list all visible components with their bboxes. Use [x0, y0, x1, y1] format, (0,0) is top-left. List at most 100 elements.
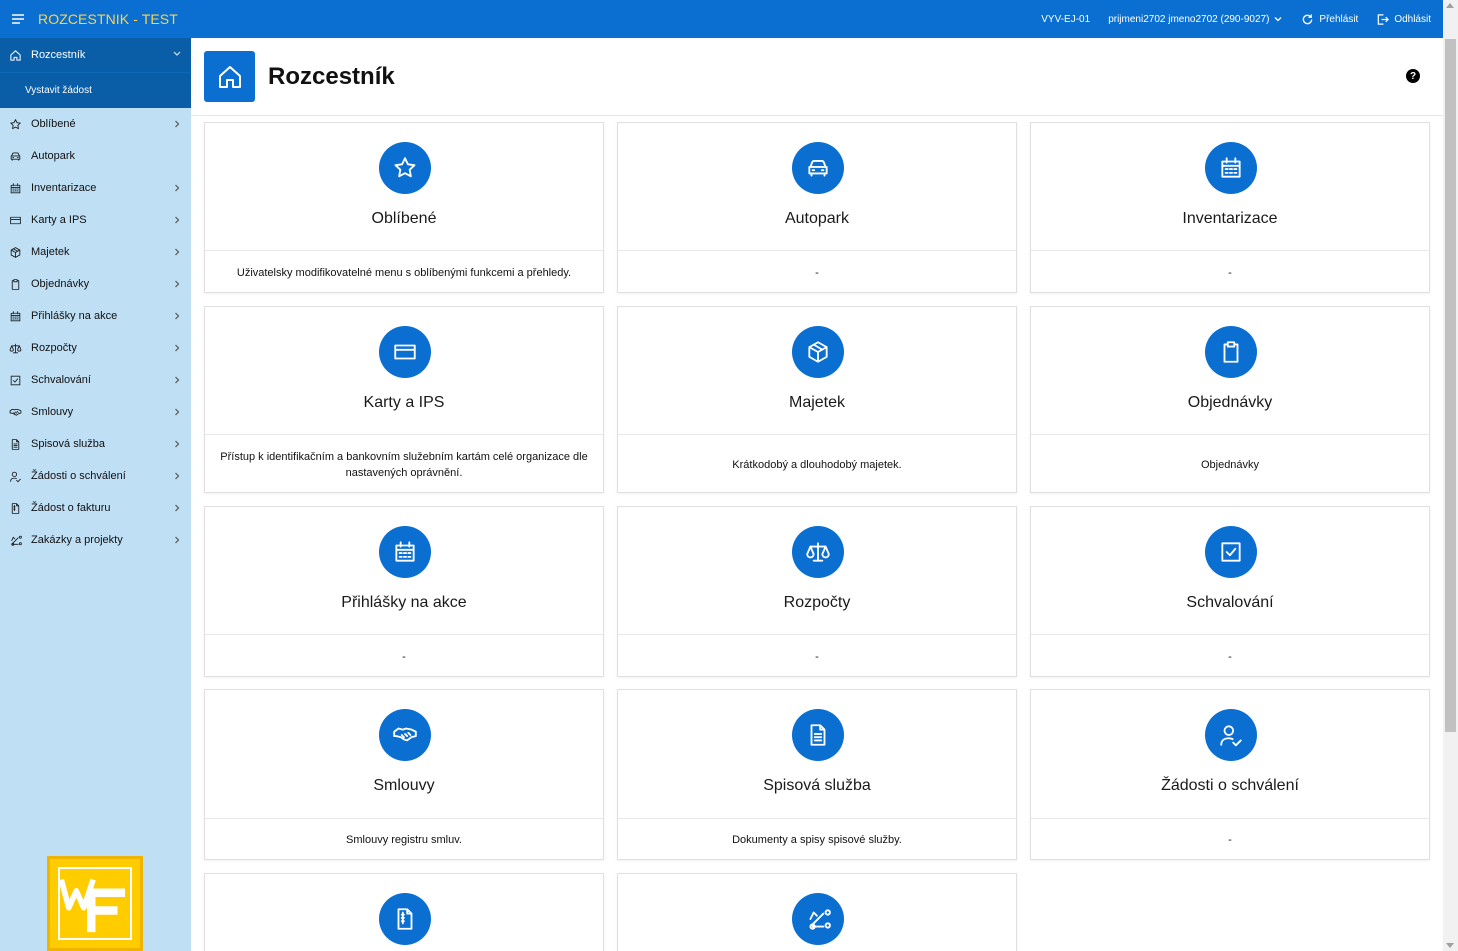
sidebar-item-label: Schvalování: [31, 374, 91, 386]
calendar-icon: [8, 181, 22, 195]
chevron-right-icon: [175, 184, 180, 192]
dashboard-card-schvalovani[interactable]: Schvalování -: [1030, 506, 1430, 677]
dashboard-card-smlouvy[interactable]: Smlouvy Smlouvy registru smluv.: [204, 689, 604, 860]
sidebar-item-label: Přihlášky na akce: [31, 310, 118, 322]
logout-label: Odhlásit: [1394, 13, 1431, 25]
refresh-icon: [1303, 13, 1313, 24]
sidebar-item-zakazky-a-projekty[interactable]: Zakázky a projekty: [0, 524, 191, 556]
scroll-up-arrow[interactable]: [1446, 3, 1454, 8]
sidebar-item-karty-a-ips[interactable]: Karty a IPS: [0, 204, 191, 236]
logout-button[interactable]: Odhlásit: [1376, 13, 1431, 26]
sidebar-item-label: Autopark: [31, 150, 76, 162]
star-icon: [379, 142, 431, 194]
card-description: Objednávky: [1031, 434, 1429, 494]
sidebar-item-majetek[interactable]: Majetek: [0, 236, 191, 268]
card-title: Majetek: [788, 394, 846, 411]
scrollbar[interactable]: [1443, 0, 1458, 951]
sidebar-item-zadost-o-fakturu[interactable]: Žádost o fakturu: [0, 492, 191, 524]
dashboard-card-zadosti-o-schvaleni[interactable]: Žádosti o schválení -: [1030, 689, 1430, 860]
card-title: Autopark: [784, 210, 850, 227]
home-icon: [204, 51, 255, 102]
star-icon: [8, 117, 22, 131]
clipboard-icon: [8, 277, 22, 291]
sidebar-item-label: Rozpočty: [31, 342, 77, 354]
sidebar-item-objednavky[interactable]: Objednávky: [0, 268, 191, 300]
card-description: Dokumenty a spisy spisové služby.: [618, 818, 1016, 861]
switch-user-label: Přehlásit: [1319, 13, 1359, 25]
dashboard-card-oblibene[interactable]: Oblíbené Uživatelsky modifikovatelné menu…: [204, 122, 604, 293]
sidebar-item-label: Majetek: [31, 246, 70, 258]
dashboard-card[interactable]: [617, 873, 1017, 951]
sidebar-subitem-vystavit-zadost[interactable]: Vystavit žádost: [0, 72, 191, 108]
sidebar-item-zadosti-o-schvaleni[interactable]: Žádosti o schválení: [0, 460, 191, 492]
sidebar-item-label: Spisová služba: [31, 438, 105, 450]
project-icon: [8, 533, 22, 547]
sidebar-item-rozpocty[interactable]: Rozpočty: [0, 332, 191, 364]
home-icon: [8, 48, 22, 62]
sidebar-item-prihlasky-na-akce[interactable]: Přihlášky na akce: [0, 300, 191, 332]
calendar-icon: [8, 309, 22, 323]
sidebar-item-label: Smlouvy: [31, 406, 74, 418]
hamburger-menu-button[interactable]: [6, 7, 30, 31]
document-icon: [8, 437, 22, 451]
card-title: Spisová služba: [763, 777, 871, 794]
chevron-right-icon: [175, 120, 180, 128]
dashboard-card-rozpocty[interactable]: Rozpočty -: [617, 506, 1017, 677]
card-description: -: [1031, 634, 1429, 678]
chevron-right-icon: [175, 440, 180, 448]
help-button[interactable]: ?: [1406, 69, 1420, 83]
dashboard-card-inventarizace[interactable]: Inventarizace -: [1030, 122, 1430, 293]
user-menu[interactable]: prijmeni2702 jmeno2702 (290-9027): [1108, 14, 1283, 25]
card-title: Rozpočty: [783, 594, 851, 611]
invoice-icon: [379, 893, 431, 945]
sidebar-item-spisova-sluzba[interactable]: Spisová služba: [0, 428, 191, 460]
chevron-down-icon: [1274, 17, 1282, 22]
chevron-right-icon: [175, 344, 180, 352]
sidebar-item-label: Zakázky a projekty: [31, 534, 123, 546]
user-check-icon: [1205, 709, 1257, 761]
sidebar-item-inventarizace[interactable]: Inventarizace: [0, 172, 191, 204]
logout-icon: [1378, 13, 1390, 25]
dashboard-card-spisova-sluzba[interactable]: Spisová služba Dokumenty a spisy spisové …: [617, 689, 1017, 860]
handshake-icon: [379, 709, 431, 761]
card-description: -: [618, 634, 1016, 678]
card-title: Žádosti o schválení: [1161, 777, 1299, 794]
dashboard-card-objednavky[interactable]: Objednávky Objednávky: [1030, 306, 1430, 493]
sidebar-item-oblibene[interactable]: Oblíbené: [0, 108, 191, 140]
dashboard-card-prihlasky-na-akce[interactable]: Přihlášky na akce -: [204, 506, 604, 677]
sidebar-item-rozcestnik[interactable]: Rozcestník: [0, 38, 191, 72]
card-title: Karty a IPS: [363, 394, 445, 411]
sidebar-item-label: Inventarizace: [31, 182, 97, 194]
document-icon: [792, 709, 844, 761]
dashboard-card[interactable]: [204, 873, 604, 951]
card-description: -: [1031, 250, 1429, 294]
card-title: Schvalování: [1186, 594, 1274, 611]
chevron-right-icon: [175, 536, 180, 544]
sidebar-item-autopark[interactable]: Autopark: [0, 140, 191, 172]
hamburger-icon: [12, 14, 24, 24]
calendar-icon: [379, 526, 431, 578]
sidebar-item-label: Žádost o fakturu: [31, 502, 111, 514]
box-icon: [8, 245, 22, 259]
chevron-right-icon: [175, 280, 180, 288]
scroll-thumb[interactable]: [1445, 39, 1456, 732]
chevron-right-icon: [175, 216, 180, 224]
card-title: Přihlášky na akce: [341, 594, 467, 611]
page-title: Rozcestník: [268, 62, 395, 90]
clipboard-icon: [1205, 326, 1257, 378]
dashboard-card-majetek[interactable]: Majetek Krátkodobý a dlouhodobý majetek.: [617, 306, 1017, 493]
card-title: Smlouvy: [373, 777, 435, 794]
user-name: prijmeni2702 jmeno2702 (290-9027): [1108, 13, 1270, 25]
sidebar-item-smlouvy[interactable]: Smlouvy: [0, 396, 191, 428]
sidebar-item-schvalovani[interactable]: Schvalování: [0, 364, 191, 396]
dashboard-card-karty-a-ips[interactable]: Karty a IPS Přístup k identifikačním a ba…: [204, 306, 604, 493]
car-icon: [8, 149, 22, 163]
main-content: Rozcestník ? Oblíbené Uživatelsky modifik…: [191, 38, 1443, 951]
scroll-down-arrow[interactable]: [1446, 943, 1454, 948]
dashboard-card-autopark[interactable]: Autopark -: [617, 122, 1017, 293]
switch-user-button[interactable]: Přehlásit: [1301, 13, 1358, 26]
app-title: ROZCESTNIK - TEST: [38, 11, 178, 27]
chevron-down-icon: [173, 51, 181, 56]
page-header: Rozcestník ?: [191, 38, 1443, 116]
card-description: Krátkodobý a dlouhodobý majetek.: [618, 434, 1016, 494]
